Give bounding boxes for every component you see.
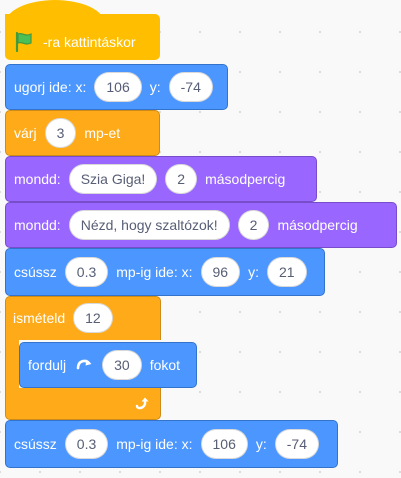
glide-y-label: y: [255, 436, 267, 452]
glide-y-label: y: [248, 264, 259, 280]
say-for-secs-block-1[interactable]: mondd: Szia Giga! 2 másodpercig [5, 156, 317, 202]
glide-seconds-input[interactable]: 0.3 [64, 257, 109, 287]
glide-label: csússz [14, 264, 57, 280]
wait-label: várj [14, 125, 37, 141]
repeat-times-input[interactable]: 12 [73, 303, 113, 333]
go-to-xy-block[interactable]: ugorj ide: x: 106 y: -74 [5, 64, 228, 110]
glide-x-input[interactable]: 106 [200, 429, 248, 459]
repeat-label: ismételd [13, 310, 66, 326]
say-seconds-input[interactable]: 2 [165, 164, 198, 194]
say-message-input[interactable]: Szia Giga! [68, 164, 158, 194]
glide-y-input[interactable]: 21 [266, 257, 307, 287]
repeat-header: ismételd 12 [5, 296, 121, 340]
turn-degrees-input[interactable]: 30 [102, 350, 142, 380]
say-label: mondd: [14, 217, 61, 233]
go-to-x-input[interactable]: 106 [94, 72, 142, 102]
glide-x-input[interactable]: 96 [200, 257, 241, 287]
go-to-y-input[interactable]: -74 [168, 72, 213, 102]
wait-unit-label: mp-et [84, 125, 121, 141]
say-for-secs-block-2[interactable]: mondd: Nézd, hogy szaltózok! 2 másodperc… [5, 202, 397, 248]
hat-label: -ra kattintáskor [43, 34, 136, 50]
glide-label: csússz [14, 436, 57, 452]
glide-to-xy-block-1[interactable]: csússz 0.3 mp-ig ide: x: 96 y: 21 [5, 248, 325, 296]
hat-block-content: -ra kattintáskor [5, 0, 144, 62]
when-flag-clicked-block[interactable]: -ra kattintáskor [5, 0, 160, 62]
glide-to-label: mp-ig ide: x: [116, 264, 193, 280]
go-to-label: ugorj ide: x: [14, 79, 87, 95]
say-unit-label: másodpercig [277, 217, 358, 233]
green-flag-icon [13, 31, 35, 53]
glide-seconds-input[interactable]: 0.3 [64, 429, 109, 459]
loop-arrow-icon [133, 394, 151, 417]
glide-y-input[interactable]: -74 [274, 429, 319, 459]
turn-unit-label: fokot [149, 357, 181, 373]
say-message-input[interactable]: Nézd, hogy szaltózok! [68, 210, 230, 240]
wait-block[interactable]: várj 3 mp-et [5, 110, 160, 156]
glide-to-xy-block-2[interactable]: csússz 0.3 mp-ig ide: x: 106 y: -74 [5, 420, 338, 468]
turn-right-block[interactable]: fordulj 30 fokot [19, 342, 197, 388]
repeat-block-spine [5, 339, 19, 389]
wait-seconds-input[interactable]: 3 [44, 118, 77, 148]
say-unit-label: másodpercig [205, 171, 286, 187]
say-label: mondd: [14, 171, 61, 187]
go-to-y-label: y: [149, 79, 161, 95]
glide-to-label: mp-ig ide: x: [116, 436, 193, 452]
turn-label: fordulj [28, 357, 67, 373]
say-seconds-input[interactable]: 2 [237, 210, 270, 240]
rotate-right-icon [74, 355, 94, 375]
